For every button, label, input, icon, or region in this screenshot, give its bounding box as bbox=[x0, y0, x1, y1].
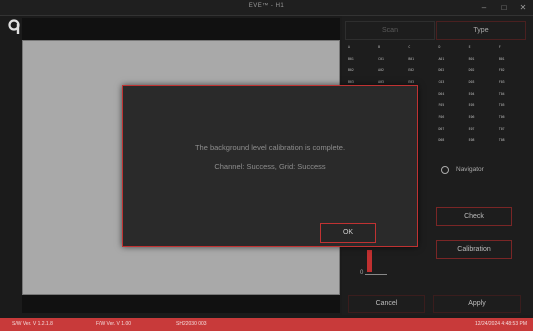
app-logo-icon bbox=[8, 19, 22, 35]
calibration-button[interactable]: Calibration bbox=[436, 240, 512, 259]
grid-cell[interactable]: T07 bbox=[499, 127, 505, 131]
grid-cell[interactable]: D02 bbox=[469, 68, 475, 72]
grid-cell[interactable]: D07 bbox=[439, 127, 445, 131]
grid-cell[interactable]: C03 bbox=[439, 80, 445, 84]
ok-button[interactable]: OK bbox=[320, 223, 376, 243]
grid-cell[interactable]: D04 bbox=[439, 92, 445, 96]
grid-cell[interactable]: B01 bbox=[348, 57, 354, 61]
datetime: 12/24/2024 4:48:53 PM bbox=[475, 321, 527, 327]
tab-type[interactable]: Type bbox=[436, 21, 526, 40]
calibration-complete-dialog: The background level calibration is comp… bbox=[122, 85, 418, 247]
bottom-button-row: Cancel Apply bbox=[342, 295, 533, 313]
grid-cell[interactable]: D08 bbox=[439, 138, 445, 142]
dialog-result: Channel: Success, Grid: Success bbox=[214, 162, 326, 171]
slider-zero-label: 0 bbox=[360, 270, 364, 276]
check-button[interactable]: Check bbox=[436, 207, 512, 226]
grid-cell[interactable]: A02 bbox=[378, 68, 384, 72]
grid-cell[interactable]: E03 bbox=[408, 80, 414, 84]
grid-cell[interactable]: B02 bbox=[348, 68, 354, 72]
dialog-message: The background level calibration is comp… bbox=[194, 143, 346, 152]
grid-column-header: F bbox=[498, 45, 501, 49]
status-bar: S/W Ver. V 1.2.1.8 F/W Ver. V 1.00 SH220… bbox=[0, 318, 533, 331]
tab-row: Scan Type bbox=[345, 21, 526, 40]
grid-column-header: D bbox=[438, 45, 441, 49]
window-title: EVE™ - H1 bbox=[248, 3, 285, 9]
grid-cell[interactable]: E02 bbox=[408, 68, 414, 72]
serial-number: SH22030 003 bbox=[176, 321, 207, 327]
grid-cell[interactable]: T05 bbox=[499, 103, 505, 107]
grid-column-header: B bbox=[378, 45, 381, 49]
cancel-button[interactable]: Cancel bbox=[348, 295, 425, 313]
grid-cell[interactable]: B01 bbox=[469, 57, 475, 61]
grid-cell[interactable]: B01 bbox=[408, 57, 414, 61]
slider-baseline bbox=[365, 274, 387, 275]
grid-cell[interactable]: E06 bbox=[469, 115, 475, 119]
apply-button[interactable]: Apply bbox=[433, 295, 521, 313]
grid-cell[interactable]: D03 bbox=[469, 80, 475, 84]
grid-cell[interactable]: D02 bbox=[439, 68, 445, 72]
navigator-radio[interactable] bbox=[441, 166, 449, 174]
grid-cell[interactable]: E05 bbox=[469, 103, 475, 107]
grid-cell[interactable]: T08 bbox=[499, 138, 505, 142]
grid-cell[interactable]: E08 bbox=[469, 138, 475, 142]
grid-cell[interactable]: B01 bbox=[499, 57, 505, 61]
grid-cell[interactable]: F06 bbox=[439, 115, 445, 119]
grid-cell[interactable]: F02 bbox=[499, 68, 505, 72]
grid-column-header: C bbox=[408, 45, 411, 49]
grid-column-header: E bbox=[468, 45, 471, 49]
grid-cell[interactable]: F03 bbox=[499, 80, 505, 84]
viewer-bottom-bar bbox=[22, 295, 340, 313]
fw-version: F/W Ver. V 1.00 bbox=[96, 321, 132, 327]
minimize-button[interactable]: – bbox=[476, 1, 492, 14]
grid-cell[interactable]: T04 bbox=[499, 92, 505, 96]
navigator-label: Navigator bbox=[456, 166, 484, 173]
level-slider[interactable] bbox=[367, 250, 372, 272]
grid-cell[interactable]: E07 bbox=[469, 127, 475, 131]
grid-cell[interactable]: A01 bbox=[439, 57, 445, 61]
maximize-button[interactable]: □ bbox=[496, 1, 512, 14]
grid-cell[interactable]: F05 bbox=[439, 103, 445, 107]
grid-cell[interactable]: T06 bbox=[499, 115, 505, 119]
sw-version: S/W Ver. V 1.2.1.8 bbox=[12, 321, 53, 327]
tab-scan[interactable]: Scan bbox=[345, 21, 435, 40]
grid-cell[interactable]: C01 bbox=[378, 57, 384, 61]
title-bar: EVE™ - H1 – □ ✕ bbox=[0, 0, 533, 16]
close-button[interactable]: ✕ bbox=[515, 1, 531, 14]
viewer-top-bar bbox=[22, 18, 340, 40]
grid-cell[interactable]: A03 bbox=[378, 80, 384, 84]
grid-cell[interactable]: B03 bbox=[348, 80, 354, 84]
grid-column-header: A bbox=[348, 45, 350, 49]
grid-cell[interactable]: E04 bbox=[469, 92, 475, 96]
